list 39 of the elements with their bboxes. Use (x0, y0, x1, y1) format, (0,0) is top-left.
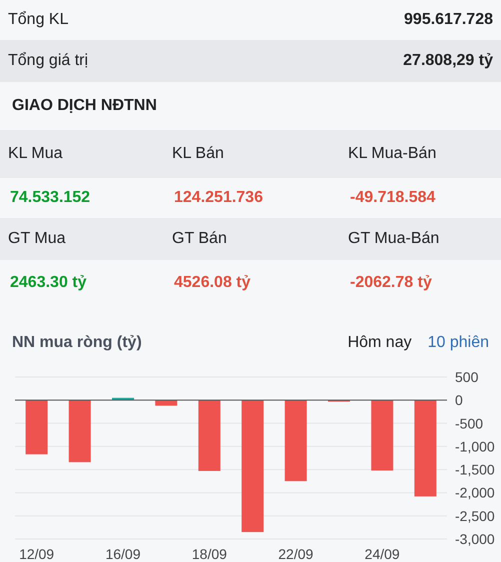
x-axis-label: 22/09 (278, 546, 314, 562)
bar (68, 400, 91, 462)
bar (155, 400, 178, 406)
x-axis-label: 18/09 (192, 546, 227, 562)
y-axis-label: -3,000 (455, 531, 495, 547)
column-header: GT Mua (8, 229, 66, 249)
section-title: GIAO DỊCH NĐTNN (12, 96, 157, 116)
bar (112, 398, 134, 400)
summary-label: Tổng KL (8, 10, 68, 30)
x-axis-label: 12/09 (19, 546, 54, 562)
value-cell-text: 74.533.152 (9, 188, 92, 208)
summary-value: 995.617.728 (404, 10, 493, 30)
x-axis-label: 16/09 (105, 546, 141, 562)
y-axis-label: 500 (455, 369, 478, 385)
value-cell-text: 4526.08 tỷ (173, 272, 252, 292)
value-cell-text: -49.718.584 (349, 188, 436, 208)
y-axis-label: -500 (455, 415, 484, 432)
y-axis-label: -1,500 (455, 462, 495, 478)
period-tab[interactable]: Hôm nay (348, 331, 412, 355)
column-header: GT Mua-Bán (348, 229, 440, 249)
summary-label: Tổng giá trị (8, 51, 88, 71)
period-tab[interactable]: 10 phiên (428, 331, 489, 355)
summary-value: 27.808,29 tỷ (403, 51, 493, 71)
value-cell-text: -2062.78 tỷ (349, 272, 433, 292)
y-axis-label: 0 (455, 392, 463, 408)
y-axis-label: -2,000 (455, 484, 495, 501)
y-axis-label: -1,000 (455, 438, 495, 454)
y-axis-label: -2,500 (455, 508, 495, 524)
value-cell-text: 2463.30 tỷ (9, 272, 88, 292)
column-header: GT Bán (172, 229, 228, 249)
column-header: KL Mua-Bán (348, 144, 438, 164)
column-header: KL Mua (8, 144, 64, 164)
bar (198, 400, 220, 471)
value-cell-text: 124.251.736 (173, 188, 264, 208)
chart-title: NN mua ròng (tỷ) (12, 333, 142, 353)
column-header: KL Bán (172, 144, 225, 164)
bar (26, 400, 48, 454)
bar (371, 400, 394, 470)
x-axis-label: 24/09 (364, 546, 400, 562)
